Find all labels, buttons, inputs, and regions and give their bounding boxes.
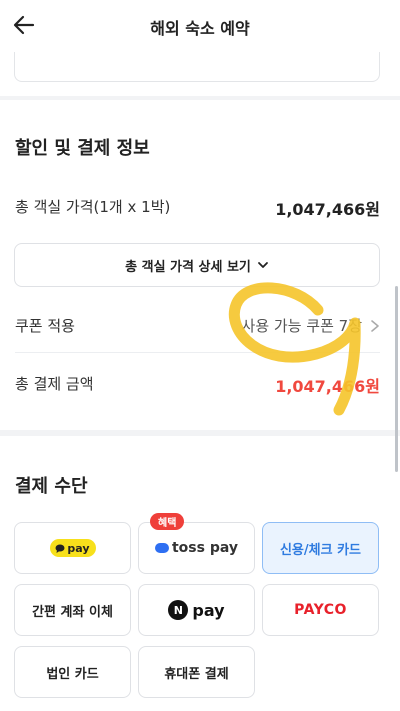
header: 해외 숙소 예약 <box>0 0 400 52</box>
divider <box>15 352 380 353</box>
chevron-down-icon <box>257 262 268 268</box>
payco-logo: PAYCO <box>294 602 347 618</box>
naver-n-icon: N <box>168 600 189 620</box>
toss-icon <box>154 543 169 553</box>
payment-method-section: 결제 수단 pay toss pay 신용/체크 카드 간편 계좌 이체 N p… <box>0 436 400 711</box>
previous-card <box>0 52 400 96</box>
coupon-value: 사용 가능 쿠폰 7장 <box>241 317 362 335</box>
coupon-selector[interactable]: 사용 가능 쿠폰 7장 <box>242 315 380 336</box>
naver-pay-button[interactable]: N pay <box>138 584 255 636</box>
benefit-badge: 혜택 <box>150 513 185 530</box>
page-title: 해외 숙소 예약 <box>150 19 250 38</box>
corporate-card-button[interactable]: 법인 카드 <box>14 646 131 698</box>
speech-bubble-icon <box>55 544 65 553</box>
scrollbar[interactable] <box>395 286 398 472</box>
discount-payment-info-section: 할인 및 결제 정보 총 객실 가격(1개 x 1박) 1,047,466원 총… <box>0 100 400 430</box>
kakao-pay-button[interactable]: pay <box>14 522 131 574</box>
bank-transfer-button[interactable]: 간편 계좌 이체 <box>14 584 131 636</box>
chevron-right-icon <box>371 319 379 332</box>
section-title: 할인 및 결제 정보 <box>15 138 150 159</box>
total-value: 1,047,466원 <box>275 377 380 396</box>
payco-button[interactable]: PAYCO <box>262 584 379 636</box>
room-price-value: 1,047,466원 <box>275 200 380 219</box>
kakao-pay-logo: pay <box>49 539 96 557</box>
payment-section-title: 결제 수단 <box>15 476 88 497</box>
mobile-phone-payment-button[interactable]: 휴대폰 결제 <box>138 646 255 698</box>
coupon-label: 쿠폰 적용 <box>15 317 75 335</box>
credit-card-button[interactable]: 신용/체크 카드 <box>262 522 379 574</box>
naver-pay-logo: N pay <box>168 600 225 620</box>
room-price-label: 총 객실 가격(1개 x 1박) <box>15 198 171 216</box>
room-price-detail-button[interactable]: 총 객실 가격 상세 보기 <box>14 243 380 287</box>
previous-card-edge <box>14 52 380 82</box>
detail-button-label: 총 객실 가격 상세 보기 <box>125 259 251 275</box>
toss-pay-logo: toss pay <box>154 540 238 556</box>
total-label: 총 결제 금액 <box>15 375 94 393</box>
toss-pay-button[interactable]: toss pay <box>138 522 255 574</box>
